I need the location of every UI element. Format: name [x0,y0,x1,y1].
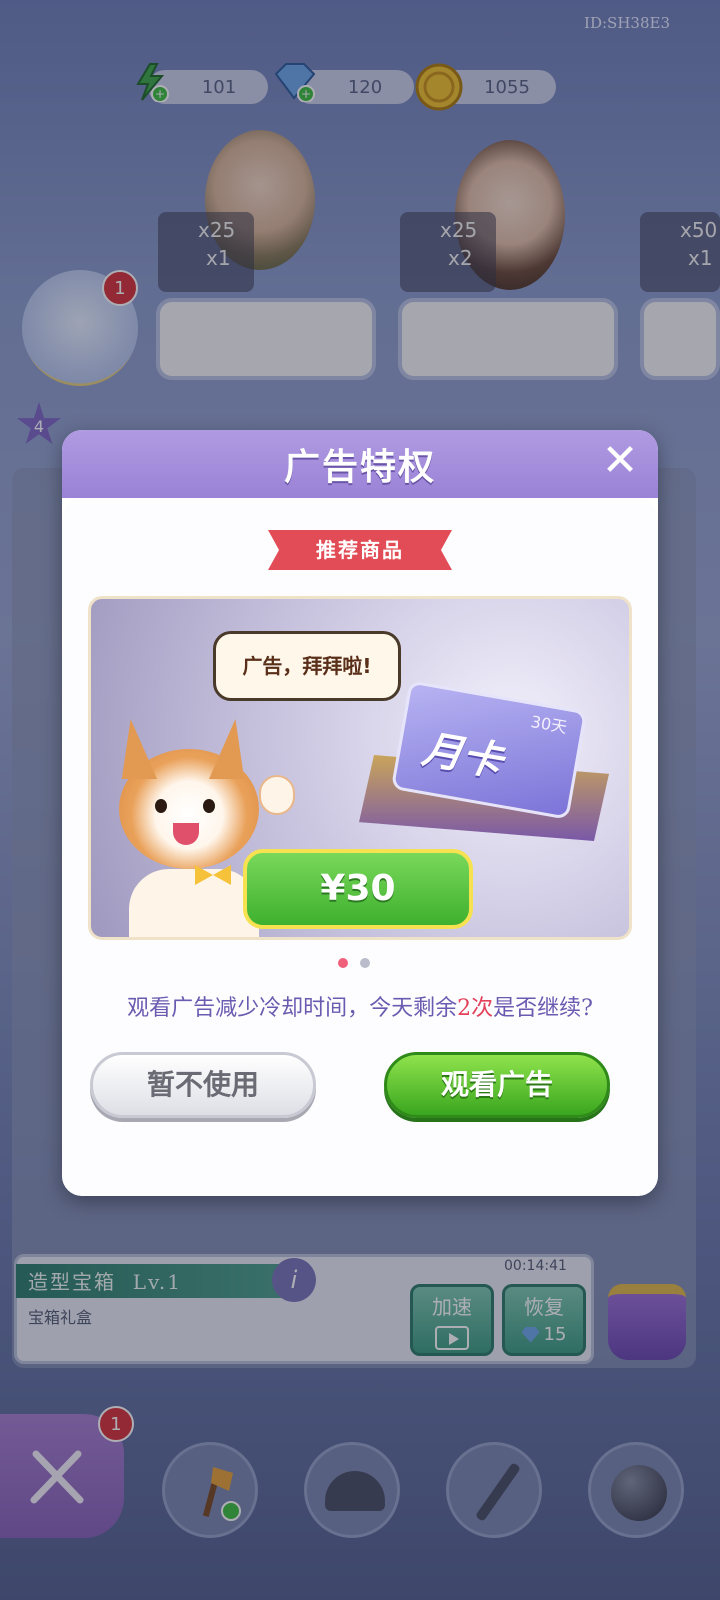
recommended-ribbon: 推荐商品 [268,530,452,570]
carousel-dot[interactable] [360,958,370,968]
ad-privilege-dialog: 广告特权 ✕ 推荐商品 广告，拜拜啦! 月卡 30天 ¥30 观看广告减少冷却时… [62,430,658,1196]
ad-description: 观看广告减少冷却时间，今天剩余2次是否继续? [62,990,658,1022]
watch-ad-button[interactable]: 观看广告 [384,1052,610,1118]
price-button[interactable]: ¥30 [243,849,473,929]
dialog-title: 广告特权 [283,447,436,488]
speech-bubble: 广告，拜拜啦! [213,631,401,701]
desc-prefix: 观看广告减少冷却时间，今天剩余 [127,996,458,1021]
not-now-button[interactable]: 暂不使用 [90,1052,316,1118]
close-button[interactable]: ✕ [592,434,648,490]
desc-suffix: 是否继续? [493,996,593,1021]
monthly-card-box: 月卡 30天 [359,680,611,845]
remaining-count: 2次 [457,996,494,1021]
carousel-dot-active[interactable] [338,958,348,968]
promo-banner[interactable]: 广告，拜拜啦! 月卡 30天 ¥30 [88,596,632,940]
paw-icon [259,775,295,815]
